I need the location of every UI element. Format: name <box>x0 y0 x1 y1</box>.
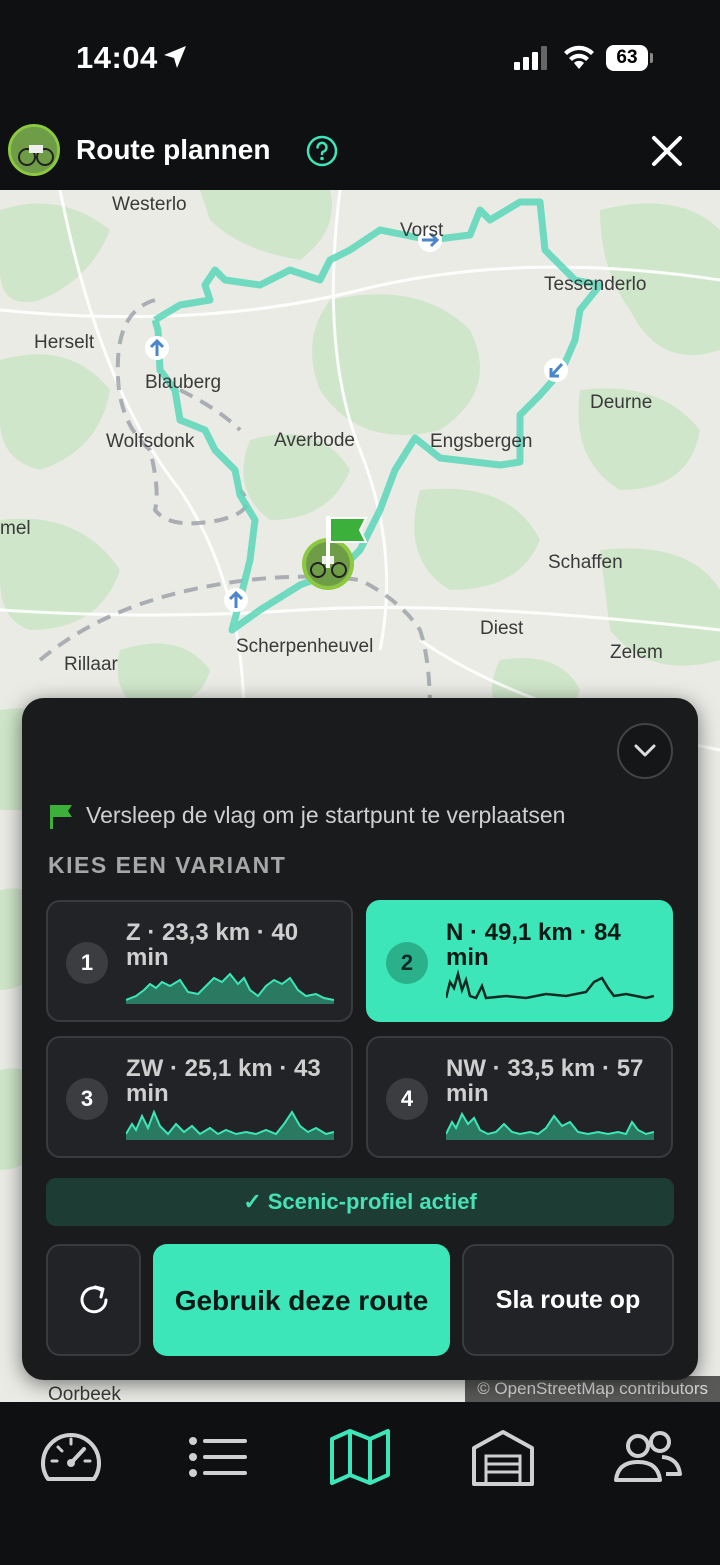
wifi-icon <box>564 45 594 69</box>
tab-bar <box>0 1402 720 1565</box>
variant-card-1[interactable]: 1 Z · 23,3 km · 40 min <box>46 900 353 1022</box>
dashboard-icon <box>41 1433 101 1481</box>
refresh-button[interactable] <box>46 1244 141 1356</box>
scenic-profile-badge: ✓ Scenic-profiel actief <box>46 1178 674 1226</box>
avatar[interactable] <box>8 124 60 176</box>
hint-text: Versleep de vlag om je startpunt te verp… <box>86 802 566 828</box>
map-label: Vorst <box>400 220 444 241</box>
variant-number: 3 <box>66 1078 108 1120</box>
map-label: Engsbergen <box>430 431 533 452</box>
variant-number: 1 <box>66 942 108 984</box>
garage-icon <box>472 1430 534 1486</box>
collapse-button[interactable] <box>617 723 673 779</box>
section-title: KIES EEN VARIANT <box>48 852 287 878</box>
map-label: Deurne <box>590 392 653 413</box>
elevation-profile <box>126 972 334 1004</box>
list-icon <box>189 1437 247 1477</box>
chevron-down-icon <box>634 744 656 757</box>
tab-list[interactable] <box>182 1424 252 1490</box>
elevation-profile <box>446 969 654 1000</box>
map-label: Scherpenheuvel <box>236 636 374 657</box>
battery-level: 63 <box>606 45 648 71</box>
map-label: Herselt <box>34 332 95 353</box>
elevation-profile <box>446 1111 654 1140</box>
battery-indicator: 63 <box>606 45 653 71</box>
battery-tip <box>650 53 653 63</box>
tab-people[interactable] <box>612 1424 682 1490</box>
flag-icon <box>50 804 72 829</box>
cellular-signal-icon <box>514 46 547 70</box>
close-icon[interactable] <box>650 134 684 168</box>
variant-label: NW · 33,5 km · 57 min <box>446 1055 644 1107</box>
map-label: Westerlo <box>112 194 187 215</box>
tab-map[interactable] <box>325 1424 395 1490</box>
variant-panel: Versleep de vlag om je startpunt te verp… <box>22 698 698 1380</box>
map-label: Averbode <box>274 430 355 451</box>
variant-card-2[interactable]: 2 N · 49,1 km · 84 min <box>366 900 673 1022</box>
variant-label: Z · 23,3 km · 40 min <box>126 919 299 971</box>
page-title: Route plannen <box>76 134 271 165</box>
save-route-button[interactable]: Sla route op <box>462 1244 674 1356</box>
app-header: Route plannen <box>0 110 720 190</box>
map-label: Wolfsdonk <box>106 431 195 452</box>
location-arrow-icon <box>164 46 186 68</box>
status-bar: 14:04 63 <box>0 0 720 110</box>
map-label: mel <box>0 518 31 539</box>
drag-flag-hint: Versleep de vlag om je startpunt te verp… <box>48 802 565 829</box>
map-label: Zelem <box>610 642 663 663</box>
bike-photo <box>11 127 57 173</box>
map-icon <box>330 1429 390 1485</box>
use-route-button[interactable]: Gebruik deze route <box>153 1244 450 1356</box>
map-label: Tessenderlo <box>544 274 647 295</box>
tab-dashboard[interactable] <box>36 1424 106 1490</box>
map-label: Diest <box>480 618 524 639</box>
status-time: 14:04 <box>76 40 158 75</box>
variant-card-3[interactable]: 3 ZW · 25,1 km · 43 min <box>46 1036 353 1158</box>
people-icon <box>614 1431 682 1482</box>
elevation-profile <box>126 1109 334 1140</box>
variant-label: ZW · 25,1 km · 43 min <box>126 1055 321 1107</box>
help-icon[interactable] <box>306 135 338 167</box>
map-label: Blauberg <box>145 372 222 393</box>
map-label: Schaffen <box>548 552 623 573</box>
refresh-icon <box>80 1285 107 1314</box>
variant-number: 4 <box>386 1078 428 1120</box>
variant-number: 2 <box>386 942 428 984</box>
variant-label: N · 49,1 km · 84 min <box>446 919 621 971</box>
map-label: Rillaar <box>64 654 118 675</box>
map-label: Oorbeek <box>48 1384 121 1402</box>
variant-card-4[interactable]: 4 NW · 33,5 km · 57 min <box>366 1036 673 1158</box>
tab-garage[interactable] <box>468 1424 538 1490</box>
